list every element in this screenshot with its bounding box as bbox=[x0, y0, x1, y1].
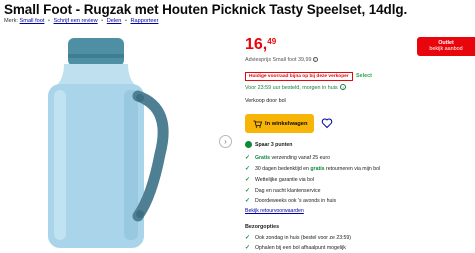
delivery-text: Voor 23:59 uur besteld, morgen in huis bbox=[245, 85, 338, 91]
select-label: Select bbox=[356, 73, 372, 79]
check-icon: ✓ bbox=[245, 155, 251, 161]
cart-icon bbox=[253, 120, 262, 128]
bottle-image bbox=[48, 38, 169, 248]
loyalty-label: Spaar 3 punten bbox=[255, 141, 293, 148]
delivery-options-title: Bezorgopties bbox=[245, 224, 280, 230]
check-icon: ✓ bbox=[245, 188, 251, 194]
chevron-right-icon: › bbox=[224, 137, 227, 146]
check-icon: ✓ bbox=[245, 177, 251, 183]
loyalty-points: Spaar 3 punten bbox=[245, 141, 292, 148]
next-image-button[interactable]: › bbox=[219, 135, 232, 148]
price-whole: 16, bbox=[245, 36, 268, 53]
outlet-badge[interactable]: Outlet bekijk aanbod bbox=[417, 37, 475, 56]
product-image[interactable] bbox=[4, 28, 226, 250]
product-title: Small Foot - Rugzak met Houten Picknick … bbox=[4, 2, 408, 17]
add-to-cart-label: In winkelwagen bbox=[265, 120, 308, 127]
seller-info: Verkoop door bol bbox=[245, 98, 286, 104]
rrp-text: Adviesprijs Small foot 39,99 bbox=[245, 57, 312, 63]
outlet-subtitle: bekijk aanbod bbox=[429, 46, 463, 53]
price-cents: 49 bbox=[267, 37, 277, 46]
review-link[interactable]: Schrijf een review bbox=[54, 18, 98, 24]
delivery-option: ✓ Ook zondag in huis (bestel voor ze 23:… bbox=[245, 234, 352, 242]
separator: • bbox=[101, 18, 104, 24]
delivery-option: ✓ Ophalen bij een bol afhaalpunt mogelij… bbox=[245, 244, 346, 252]
check-icon: ✓ bbox=[245, 198, 251, 204]
delivery-promise: Voor 23:59 uur besteld, morgen in huis i bbox=[245, 84, 347, 91]
usp-item: ✓ Doordeweeks ook 's avonds in huis bbox=[245, 197, 337, 205]
product-meta: Merk: Small foot • Schrijf een review • … bbox=[4, 18, 158, 24]
product-price: 16,49 bbox=[245, 36, 276, 54]
separator: • bbox=[124, 18, 127, 24]
check-icon: ✓ bbox=[245, 235, 251, 241]
info-icon[interactable]: i bbox=[340, 84, 347, 90]
stock-warning: Huidige voorraad bijna op bij deze verko… bbox=[245, 72, 353, 81]
usp-item: ✓ Wettelijke garantie via bol bbox=[245, 176, 315, 184]
brand-label: Merk: bbox=[4, 18, 18, 24]
heart-icon[interactable] bbox=[321, 117, 333, 129]
check-icon: ✓ bbox=[245, 245, 251, 251]
separator: • bbox=[47, 18, 50, 24]
brand-link[interactable]: Small foot bbox=[20, 18, 45, 24]
usp-item: ✓ 30 dagen bedenktijd en gratis retourne… bbox=[245, 165, 381, 173]
add-to-cart-button[interactable]: In winkelwagen bbox=[245, 114, 314, 133]
usp-item: ✓ Dag en nacht klantenservice bbox=[245, 187, 321, 195]
report-link[interactable]: Rapporteer bbox=[130, 18, 158, 24]
usp-item: ✓ Gratis verzending vanaf 25 euro bbox=[245, 154, 330, 162]
info-icon[interactable]: i bbox=[312, 57, 318, 62]
return-conditions-link[interactable]: Bekijk retourvoorwaarden bbox=[245, 208, 304, 214]
share-link[interactable]: Delen bbox=[107, 18, 122, 24]
rrp-price: Adviesprijs Small foot 39,99 i bbox=[245, 57, 318, 63]
points-icon bbox=[245, 141, 252, 148]
check-icon: ✓ bbox=[245, 166, 251, 172]
